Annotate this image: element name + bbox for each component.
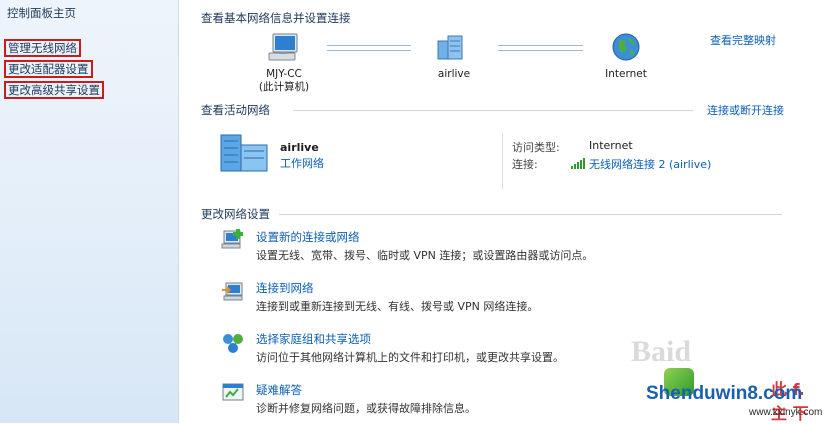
sidebar-home-link[interactable]: 控制面板主页 bbox=[7, 5, 76, 21]
network-icon bbox=[436, 33, 466, 63]
task-troubleshoot-desc: 诊断并修复网络问题，或获得故障排除信息。 bbox=[256, 402, 476, 415]
new-connection-icon bbox=[221, 228, 245, 250]
task-setup-connection-desc: 设置无线、宽带、拨号、临时或 VPN 连接；或设置路由器或访问点。 bbox=[256, 249, 594, 262]
sidebar-item-advanced-sharing[interactable]: 更改高级共享设置 bbox=[4, 81, 104, 99]
task-homegroup-link[interactable]: 选择家庭组和共享选项 bbox=[256, 331, 371, 347]
connect-disconnect-link[interactable]: 连接或断开连接 bbox=[707, 102, 784, 118]
network-type-link[interactable]: 工作网络 bbox=[280, 155, 324, 171]
building-network-icon bbox=[219, 131, 269, 173]
connection-value-link[interactable]: 无线网络连接 2 (airlive) bbox=[589, 156, 711, 172]
connect-network-icon bbox=[221, 280, 245, 302]
change-settings-title: 更改网络设置 bbox=[201, 207, 270, 221]
sidebar-item-manage-wireless[interactable]: 管理无线网络 bbox=[4, 39, 81, 57]
section-divider bbox=[279, 214, 782, 215]
sidebar-item-adapter-settings[interactable]: 更改适配器设置 bbox=[4, 60, 93, 78]
homegroup-icon bbox=[221, 332, 245, 354]
view-full-map-link[interactable]: 查看完整映射 bbox=[710, 32, 776, 48]
globe-icon bbox=[611, 32, 641, 62]
active-network-name: airlive bbox=[280, 141, 319, 154]
access-type-value: Internet bbox=[589, 139, 633, 152]
vertical-separator bbox=[502, 133, 503, 189]
computer-sub: (此计算机) bbox=[258, 81, 310, 93]
active-networks-title: 查看活动网络 bbox=[201, 103, 270, 117]
page-title: 查看基本网络信息并设置连接 bbox=[201, 11, 351, 25]
main-panel: 查看基本网络信息并设置连接 查看完整映射 MJY-CC (此计算机) airli… bbox=[179, 0, 825, 423]
task-connect-network-desc: 连接到或重新连接到无线、有线、拨号或 VPN 网络连接。 bbox=[256, 300, 539, 313]
network-label: airlive bbox=[437, 68, 471, 80]
signal-strength-icon bbox=[571, 157, 585, 169]
access-type-label: 访问类型: bbox=[512, 141, 560, 154]
task-troubleshoot-link[interactable]: 疑难解答 bbox=[256, 382, 302, 398]
map-connection-line bbox=[498, 45, 583, 51]
section-divider bbox=[293, 110, 693, 111]
computer-label: MJY-CC (此计算机) bbox=[249, 68, 319, 94]
map-connection-line bbox=[327, 45, 411, 51]
computer-icon bbox=[267, 32, 301, 64]
baidu-watermark: Baid bbox=[631, 335, 692, 368]
task-homegroup-desc: 访问位于其他网络计算机上的文件和打印机，或更改共享设置。 bbox=[256, 351, 564, 364]
sidebar: 控制面板主页 管理无线网络 更改适配器设置 更改高级共享设置 bbox=[0, 0, 179, 423]
site-url-watermark: www.kxinyk.com bbox=[749, 407, 823, 418]
computer-name: MJY-CC bbox=[266, 68, 302, 80]
task-connect-network-link[interactable]: 连接到网络 bbox=[256, 280, 314, 296]
troubleshoot-icon bbox=[221, 382, 245, 404]
task-setup-connection-link[interactable]: 设置新的连接或网络 bbox=[256, 229, 360, 245]
site-watermark: Shenduwin8.com bbox=[646, 383, 803, 404]
connection-label: 连接: bbox=[512, 158, 538, 171]
internet-label: Internet bbox=[605, 68, 647, 80]
